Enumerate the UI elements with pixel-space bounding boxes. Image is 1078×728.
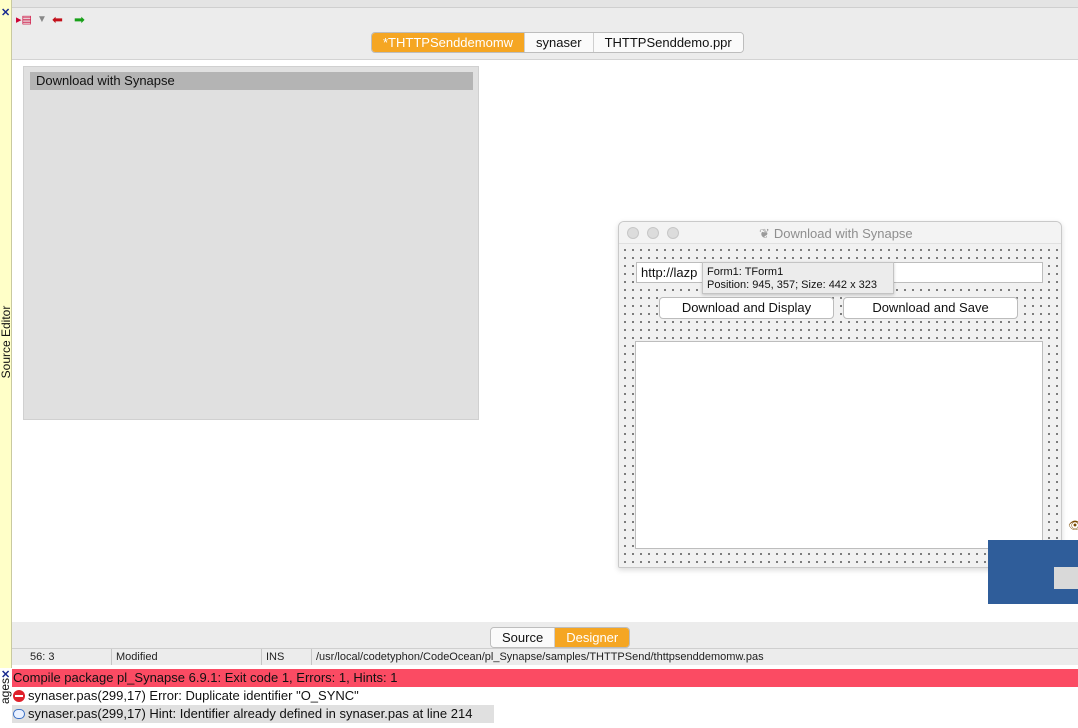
non-visual-components-panel[interactable]: Download with Synapse	[23, 66, 479, 420]
menu-icon[interactable]: ▸▤	[16, 12, 32, 28]
tab-designer[interactable]: Designer	[555, 628, 630, 647]
error-icon	[13, 690, 25, 702]
hint-form-name: Form1: TForm1	[707, 266, 784, 278]
editor-tabs: *THTTPSenddemomw synaser THTTPSenddemo.p…	[371, 32, 744, 53]
tab-source[interactable]: Source	[491, 628, 556, 647]
hint-position-size: Position: 945, 357; Size: 442 x 323	[707, 279, 878, 291]
download-and-save-button[interactable]: Download and Save	[843, 297, 1018, 319]
source-designer-tabs: Source Designer	[490, 627, 631, 648]
back-arrow-icon[interactable]: ⬅	[52, 12, 63, 28]
tab-thttpsenddemomw[interactable]: *THTTPSenddemomw	[372, 33, 526, 52]
message-error-text: synaser.pas(299,17) Error: Duplicate ide…	[28, 688, 359, 703]
ide-window: ✕ Source Editor ▸▤ ▼ ⬅ ➡ *THTTPSenddemom…	[0, 0, 1078, 728]
tab-thttpsenddemo-ppr[interactable]: THTTPSenddemo.ppr	[593, 33, 743, 52]
tab-synaser[interactable]: synaser	[525, 33, 594, 52]
message-hint[interactable]: synaser.pas(299,17) Hint: Identifier alr…	[12, 705, 494, 723]
cursor-position: 56: 3	[12, 649, 112, 665]
message-compile-summary[interactable]: Compile package pl_Synapse 6.9.1: Exit c…	[12, 669, 1078, 687]
form-title: ❦ Download with Synapse	[759, 226, 913, 242]
background-window-inset	[1054, 567, 1078, 589]
output-memo[interactable]	[635, 341, 1043, 549]
non-visual-panel-title: Download with Synapse	[30, 72, 473, 90]
editor-toolbar: ▸▤ ▼ ⬅ ➡	[12, 8, 1078, 32]
minimize-window-icon[interactable]	[647, 227, 659, 239]
feather-icon: ❦	[759, 226, 770, 241]
dropdown-icon[interactable]: ▼	[37, 12, 47, 28]
download-and-display-button[interactable]: Download and Display	[659, 297, 834, 319]
close-window-icon[interactable]	[627, 227, 639, 239]
form-title-text: Download with Synapse	[773, 226, 913, 241]
messages-side-label[interactable]: ages	[0, 678, 12, 728]
hint-bubble-icon	[13, 709, 25, 719]
source-editor-side-label[interactable]: Source Editor	[0, 302, 13, 382]
eye-icon[interactable]: 👁	[1068, 519, 1078, 532]
position-hint-tooltip: Form1: TForm1 Position: 945, 357; Size: …	[702, 262, 894, 294]
maximize-window-icon[interactable]	[667, 227, 679, 239]
status-bar: 56: 3 Modified INS /usr/local/codetyphon…	[12, 648, 1078, 665]
top-edge-bar	[12, 0, 1078, 8]
message-hint-text: synaser.pas(299,17) Hint: Identifier alr…	[28, 706, 473, 721]
form-titlebar[interactable]: ❦ Download with Synapse	[619, 222, 1061, 244]
close-icon[interactable]: ✕	[1, 8, 10, 19]
insert-mode: INS	[262, 649, 312, 665]
file-path: /usr/local/codetyphon/CodeOcean/pl_Synap…	[316, 651, 764, 663]
forward-arrow-icon[interactable]: ➡	[74, 12, 85, 28]
modified-indicator: Modified	[112, 649, 262, 665]
message-error[interactable]: synaser.pas(299,17) Error: Duplicate ide…	[12, 687, 359, 705]
